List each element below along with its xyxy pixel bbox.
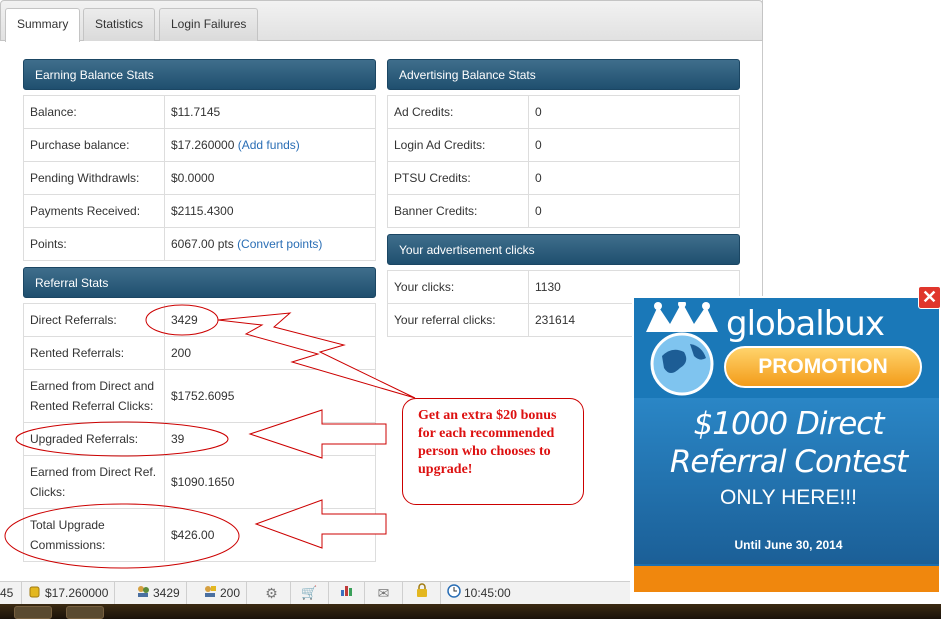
status-balance[interactable]: $17.260000 bbox=[22, 582, 116, 605]
taskbar bbox=[0, 604, 941, 619]
table-row: Direct Referrals: 3429 bbox=[23, 303, 376, 337]
advertising-balance-header: Advertising Balance Stats bbox=[387, 59, 740, 90]
row-label: Earned from Direct Ref. Clicks: bbox=[23, 455, 165, 509]
tab-statistics[interactable]: Statistics bbox=[83, 8, 156, 41]
row-label: Payments Received: bbox=[23, 194, 165, 228]
tab-login-failures[interactable]: Login Failures bbox=[159, 8, 259, 41]
rented-users-icon bbox=[203, 583, 217, 605]
status-direct-value: 3429 bbox=[153, 586, 180, 600]
ad-footer-bar bbox=[634, 566, 939, 592]
table-row: Pending Withdrawls: $0.0000 bbox=[23, 161, 376, 195]
row-label: Rented Referrals: bbox=[23, 336, 165, 370]
ad-only-here: ONLY HERE!!! bbox=[720, 486, 857, 509]
earned-direct-rented-value: $1752.6095 bbox=[164, 369, 376, 423]
row-label: Upgraded Referrals: bbox=[23, 422, 165, 456]
cart-button[interactable]: 🛒 bbox=[291, 582, 329, 605]
ptsu-credits-value: 0 bbox=[528, 161, 740, 195]
cart-icon: 🛒 bbox=[301, 585, 318, 600]
ad-promotion-badge: PROMOTION bbox=[724, 346, 922, 388]
table-row: Total Upgrade Commissions: $426.00 bbox=[23, 508, 376, 562]
rented-referrals-value: 200 bbox=[164, 336, 376, 370]
purchase-balance-value: $17.260000 bbox=[171, 138, 235, 152]
row-label: Earned from Direct and Rented Referral C… bbox=[23, 369, 165, 423]
coins-icon bbox=[28, 583, 42, 605]
table-row: Points: 6067.00 pts (Convert points) bbox=[23, 227, 376, 261]
referral-stats-table: Direct Referrals: 3429 Rented Referrals: 2… bbox=[23, 303, 376, 562]
bonus-callout: Get an extra $20 bonus for each recommen… bbox=[402, 398, 584, 505]
ad-headline-1: $1000 Direct bbox=[693, 406, 885, 442]
earned-direct-clicks-value: $1090.1650 bbox=[164, 455, 376, 509]
table-row: PTSU Credits: 0 bbox=[387, 161, 740, 195]
table-row: Rented Referrals: 200 bbox=[23, 336, 376, 370]
row-label: PTSU Credits: bbox=[387, 161, 529, 195]
row-label: Purchase balance: bbox=[23, 128, 165, 162]
status-balance-value: $17.260000 bbox=[45, 586, 109, 600]
close-icon[interactable]: ✕ bbox=[918, 286, 941, 309]
envelope-icon: ✉ bbox=[377, 585, 390, 601]
convert-points-link[interactable]: (Convert points) bbox=[237, 237, 322, 251]
row-label: Your referral clicks: bbox=[387, 303, 529, 337]
earning-balance-table: Balance: $11.7145 Purchase balance: $17.26… bbox=[23, 95, 376, 261]
status-rented-value: 200 bbox=[220, 586, 241, 600]
clock-icon bbox=[447, 583, 461, 605]
table-row: Purchase balance: $17.260000 (Add funds) bbox=[23, 128, 376, 162]
messages-button[interactable]: ✉ bbox=[365, 582, 403, 605]
ad-headline-2: Referral Contest bbox=[669, 444, 908, 480]
row-label: Direct Referrals: bbox=[23, 303, 165, 337]
status-rented-referrals[interactable]: 200 bbox=[197, 582, 248, 605]
gear-icon: ⚙ bbox=[265, 585, 278, 601]
settings-button[interactable]: ⚙ bbox=[253, 582, 291, 605]
earning-balance-header: Earning Balance Stats bbox=[23, 59, 376, 90]
status-time-value: 10:45:00 bbox=[464, 586, 511, 600]
upgraded-referrals-value: 39 bbox=[164, 422, 376, 456]
crown-globe-icon bbox=[646, 302, 718, 396]
taskbar-button-explorer[interactable] bbox=[14, 606, 52, 619]
tab-summary[interactable]: Summary bbox=[5, 8, 81, 42]
banner-credits-value: 0 bbox=[528, 194, 740, 228]
table-row: Ad Credits: 0 bbox=[387, 95, 740, 129]
row-label: Login Ad Credits: bbox=[387, 128, 529, 162]
row-label: Banner Credits: bbox=[387, 194, 529, 228]
table-row: Payments Received: $2115.4300 bbox=[23, 194, 376, 228]
ad-credits-value: 0 bbox=[528, 95, 740, 129]
table-row: Banner Credits: 0 bbox=[387, 194, 740, 228]
row-label: Ad Credits: bbox=[387, 95, 529, 129]
ad-clicks-header: Your advertisement clicks bbox=[387, 234, 740, 265]
advertising-balance-table: Ad Credits: 0 Login Ad Credits: 0 PTSU Cre… bbox=[387, 95, 740, 228]
stats-button[interactable] bbox=[329, 582, 365, 605]
lock-button[interactable] bbox=[403, 582, 441, 605]
login-ad-credits-value: 0 bbox=[528, 128, 740, 162]
balance-value: $11.7145 bbox=[164, 95, 376, 129]
table-row: Login Ad Credits: 0 bbox=[387, 128, 740, 162]
status-partial: 45 bbox=[0, 582, 22, 605]
row-label: Points: bbox=[23, 227, 165, 261]
status-clock: 10:45:00 bbox=[441, 582, 517, 605]
taskbar-button-browser[interactable] bbox=[66, 606, 104, 619]
add-funds-link[interactable]: (Add funds) bbox=[238, 138, 300, 152]
points-value: 6067.00 pts bbox=[171, 237, 234, 251]
pending-withdrawals-value: $0.0000 bbox=[164, 161, 376, 195]
direct-referrals-value: 3429 bbox=[164, 303, 376, 337]
ad-logo: globalbux bbox=[726, 304, 885, 344]
referral-stats-header: Referral Stats bbox=[23, 267, 376, 298]
promo-ad[interactable]: globalbux PROMOTION $1000 Direct Referra… bbox=[632, 296, 941, 594]
table-row: Balance: $11.7145 bbox=[23, 95, 376, 129]
payments-received-value: $2115.4300 bbox=[164, 194, 376, 228]
lock-icon bbox=[416, 583, 428, 600]
status-bar: 45 $17.260000 3429 200 ⚙ 🛒 ✉ 10:45:00 bbox=[0, 581, 630, 605]
row-label: Pending Withdrawls: bbox=[23, 161, 165, 195]
tab-bar: Summary Statistics Login Failures bbox=[0, 0, 763, 42]
table-row: Upgraded Referrals: 39 bbox=[23, 422, 376, 456]
ad-until-date: Until June 30, 2014 bbox=[734, 538, 843, 552]
row-label: Total Upgrade Commissions: bbox=[23, 508, 165, 562]
table-row: Earned from Direct Ref. Clicks: $1090.165… bbox=[23, 455, 376, 509]
status-direct-referrals[interactable]: 3429 bbox=[130, 582, 187, 605]
users-icon bbox=[136, 583, 150, 605]
total-upgrade-commissions-value: $426.00 bbox=[164, 508, 376, 562]
table-row: Earned from Direct and Rented Referral C… bbox=[23, 369, 376, 423]
row-label: Balance: bbox=[23, 95, 165, 129]
bar-chart-icon bbox=[340, 586, 354, 600]
row-label: Your clicks: bbox=[387, 270, 529, 304]
